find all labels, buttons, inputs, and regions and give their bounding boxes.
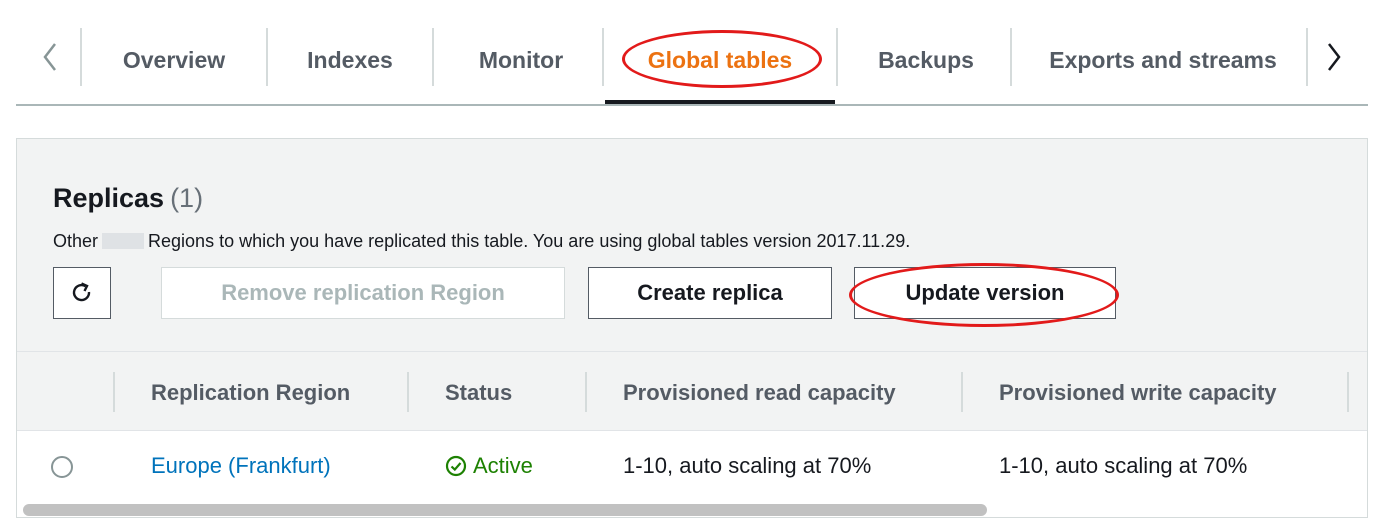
- read-capacity-cell: 1-10, auto scaling at 70%: [623, 453, 872, 478]
- replicas-count: (1): [170, 183, 204, 213]
- tab-monitor[interactable]: Monitor: [466, 40, 576, 80]
- tab-divider: [836, 28, 838, 86]
- redacted-text: [102, 233, 145, 249]
- active-tab-indicator: [605, 100, 835, 104]
- replicas-panel: Replicas (1) Other Regions to which you ha…: [16, 138, 1368, 518]
- status-text: Active: [473, 453, 533, 478]
- chevron-right-icon: [1328, 43, 1341, 71]
- tab-divider: [1306, 28, 1308, 86]
- tab-divider: [266, 28, 268, 86]
- tab-exports-and-streams[interactable]: Exports and streams: [1038, 40, 1288, 80]
- description-prefix: Other: [53, 231, 99, 251]
- column-header-read-capacity[interactable]: Provisioned read capacity: [623, 376, 896, 410]
- create-replica-button[interactable]: Create replica: [588, 267, 832, 319]
- tab-global-tables[interactable]: Global tables: [630, 40, 810, 80]
- tab-overview[interactable]: Overview: [114, 40, 234, 80]
- column-divider: [113, 372, 115, 412]
- row-select-radio[interactable]: [51, 456, 73, 478]
- column-header-status[interactable]: Status: [445, 376, 512, 410]
- status-cell: Active: [445, 449, 533, 483]
- panel-title: Replicas (1): [53, 183, 203, 214]
- tab-divider: [1010, 28, 1012, 86]
- column-divider: [961, 372, 963, 412]
- column-header-replication-region[interactable]: Replication Region: [151, 376, 350, 410]
- tab-divider: [80, 28, 82, 86]
- check-circle-icon: [445, 455, 467, 477]
- tab-scroll-left-button[interactable]: [30, 32, 70, 82]
- horizontal-scrollbar[interactable]: [17, 498, 1367, 517]
- update-version-button[interactable]: Update version: [854, 267, 1116, 319]
- table-row[interactable]: Europe (Frankfurt) Active 1-10, auto sca…: [17, 430, 1367, 499]
- tab-scroll-right-button[interactable]: [1314, 32, 1354, 82]
- tab-divider: [602, 28, 604, 86]
- column-divider: [407, 372, 409, 412]
- column-divider: [585, 372, 587, 412]
- tab-backups[interactable]: Backups: [866, 40, 986, 80]
- scrollbar-thumb[interactable]: [23, 504, 987, 516]
- replicas-table: Replication Region Status Provisioned re…: [17, 351, 1367, 517]
- refresh-icon: [72, 282, 91, 302]
- refresh-button[interactable]: [53, 267, 111, 319]
- region-link[interactable]: Europe (Frankfurt): [151, 449, 331, 483]
- remove-replication-region-button[interactable]: Remove replication Region: [161, 267, 565, 319]
- description-suffix: Regions to which you have replicated thi…: [148, 231, 911, 251]
- replicas-heading: Replicas: [53, 183, 165, 213]
- panel-description: Other Regions to which you have replicate…: [53, 231, 910, 252]
- tab-divider: [432, 28, 434, 86]
- column-divider: [1347, 372, 1349, 412]
- tab-bar: Overview Indexes Monitor Global tables B…: [16, 14, 1368, 106]
- write-capacity-cell: 1-10, auto scaling at 70%: [999, 453, 1248, 478]
- column-header-write-capacity[interactable]: Provisioned write capacity: [999, 376, 1277, 410]
- tab-indexes[interactable]: Indexes: [300, 40, 400, 80]
- chevron-left-icon: [43, 43, 56, 71]
